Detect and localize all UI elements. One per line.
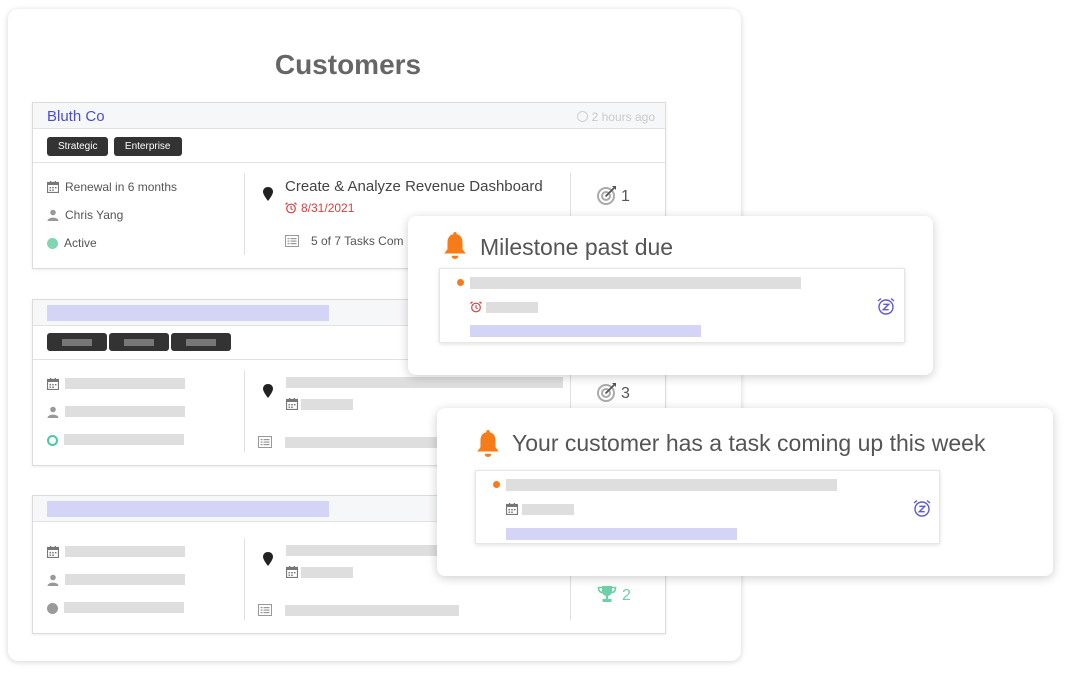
bullet-icon <box>493 481 500 488</box>
status-ring-icon <box>47 435 58 446</box>
customer-name-placeholder <box>47 305 329 321</box>
customer-name-placeholder <box>47 501 329 517</box>
win-count: 2 <box>597 585 631 605</box>
task-progress: 5 of 7 Tasks Com <box>285 234 403 248</box>
renewal-row <box>47 544 185 560</box>
owner-row: Chris Yang <box>47 207 123 223</box>
text-placeholder <box>64 434 184 445</box>
notification-task-upcoming[interactable]: Your customer has a task coming up this … <box>437 408 1053 576</box>
divider <box>244 173 245 255</box>
notification-item[interactable] <box>475 470 940 544</box>
milestone-title[interactable]: Create & Analyze Revenue Dashboard <box>285 178 543 195</box>
snooze-icon[interactable] <box>913 499 931 517</box>
page-title: Customers <box>274 49 422 80</box>
calendar-icon <box>506 503 518 515</box>
task-list-icon <box>258 604 272 616</box>
text-placeholder <box>301 399 353 410</box>
notification-title: Your customer has a task coming up this … <box>512 430 986 456</box>
milestone-pin-icon <box>262 551 274 567</box>
status-dot-icon <box>47 603 58 614</box>
user-icon <box>47 209 59 221</box>
text-placeholder <box>470 277 801 289</box>
calendar-icon <box>286 566 298 578</box>
bell-icon <box>475 430 501 458</box>
customer-name-link[interactable]: Bluth Co <box>47 108 105 125</box>
tag-placeholder <box>171 333 231 351</box>
last-updated: 2 hours ago <box>576 110 655 124</box>
milestone-count-value: 3 <box>621 385 630 402</box>
calendar-icon <box>47 546 59 558</box>
text-placeholder <box>486 302 538 313</box>
milestone-count-value: 1 <box>621 188 630 205</box>
tag-strategic[interactable]: Strategic <box>47 137 109 156</box>
text-placeholder <box>301 567 353 578</box>
tag-placeholder <box>109 333 169 351</box>
calendar-icon <box>286 398 298 410</box>
status-row <box>47 600 184 616</box>
notification-item[interactable] <box>439 268 905 343</box>
task-progress-text: 5 of 7 Tasks Com <box>311 234 404 248</box>
milestone-pin-icon <box>262 383 274 399</box>
text-placeholder <box>65 574 185 585</box>
calendar-icon <box>47 378 59 390</box>
renewal-row <box>47 376 185 392</box>
status-row <box>47 432 184 448</box>
task-list-icon <box>258 436 272 448</box>
due-date: 8/31/2021 <box>285 201 354 215</box>
owner-row <box>47 404 185 420</box>
snooze-icon[interactable] <box>877 297 895 315</box>
status-row: Active <box>47 235 97 251</box>
calendar-icon <box>47 181 59 193</box>
clock-icon <box>576 111 588 122</box>
win-count-value: 2 <box>622 587 631 604</box>
milestone-count: 3 <box>597 382 630 403</box>
text-placeholder <box>65 546 185 557</box>
text-placeholder <box>506 479 837 491</box>
owner-row <box>47 572 185 588</box>
status-text: Active <box>64 236 97 250</box>
user-icon <box>47 574 59 586</box>
due-date-text: 8/31/2021 <box>301 201 355 215</box>
link-placeholder <box>470 325 701 337</box>
task-list-icon <box>285 235 299 247</box>
target-icon <box>597 185 617 205</box>
text-placeholder <box>285 605 459 616</box>
last-updated-text: 2 hours ago <box>591 110 655 124</box>
text-placeholder <box>65 406 185 417</box>
renewal-text: Renewal in 6 months <box>65 180 178 194</box>
alarm-icon <box>285 202 297 214</box>
tag-enterprise[interactable]: Enterprise <box>113 137 182 156</box>
text-placeholder <box>64 602 184 613</box>
divider <box>244 370 245 452</box>
user-icon <box>47 406 59 418</box>
notification-milestone-past-due[interactable]: Milestone past due <box>408 216 933 375</box>
text-placeholder <box>286 377 563 388</box>
text-placeholder <box>65 378 185 389</box>
renewal-row: Renewal in 6 months <box>47 179 177 195</box>
link-placeholder <box>506 528 737 540</box>
target-icon <box>597 382 617 402</box>
status-dot-icon <box>47 238 58 249</box>
bullet-icon <box>457 279 464 286</box>
divider <box>244 538 245 620</box>
tag-list: Strategic Enterprise <box>33 129 665 163</box>
bell-icon <box>442 232 468 260</box>
card-header: Bluth Co 2 hours ago <box>33 103 665 129</box>
tag-placeholder <box>47 333 107 351</box>
trophy-icon <box>597 585 617 603</box>
notification-title: Milestone past due <box>480 234 674 260</box>
alarm-icon <box>470 301 482 313</box>
milestone-count: 1 <box>597 185 630 206</box>
milestone-pin-icon <box>262 186 274 202</box>
owner-name: Chris Yang <box>65 208 124 222</box>
text-placeholder <box>522 504 574 515</box>
